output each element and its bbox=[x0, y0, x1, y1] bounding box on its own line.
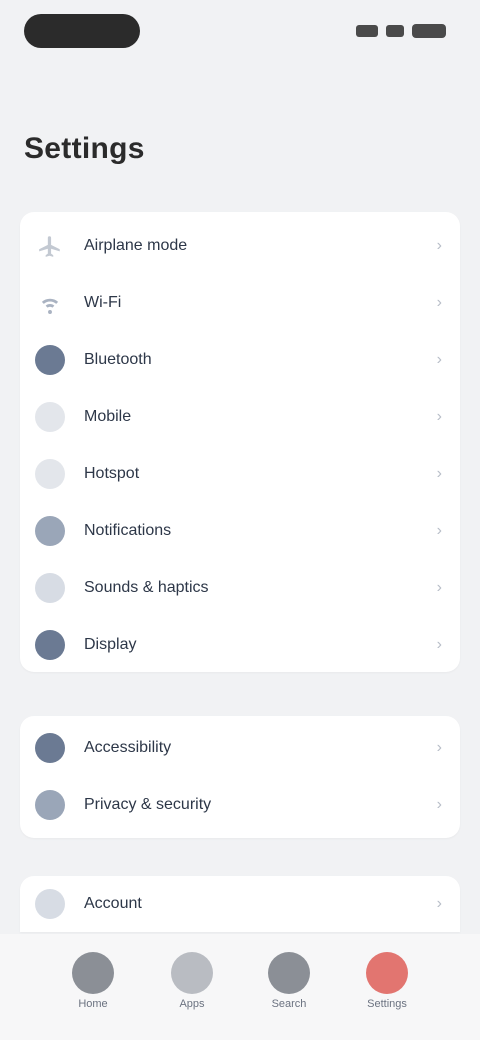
row-display[interactable]: Display › bbox=[20, 617, 460, 673]
tab-bar: Home Apps Search Settings bbox=[0, 934, 480, 1040]
tab-label: Search bbox=[271, 998, 307, 1010]
mobile-icon bbox=[34, 401, 66, 433]
row-label: Airplane mode bbox=[84, 237, 188, 254]
tab-label: Settings bbox=[367, 998, 407, 1010]
row-label: Wi-Fi bbox=[84, 294, 122, 311]
row-label: Accessibility bbox=[84, 739, 172, 756]
page-title: Settings bbox=[24, 132, 145, 165]
chevron-right-icon: › bbox=[436, 465, 442, 482]
chevron-right-icon: › bbox=[436, 739, 442, 756]
chevron-right-icon: › bbox=[436, 895, 442, 912]
chevron-right-icon: › bbox=[436, 636, 442, 653]
tab-label: Apps bbox=[179, 998, 205, 1010]
tab-settings[interactable]: Settings bbox=[357, 952, 417, 1022]
settings-screen: Settings Airplane mode › Wi-Fi › Bluetoo… bbox=[0, 0, 480, 1040]
status-icons bbox=[356, 22, 446, 40]
row-wifi[interactable]: Wi-Fi › bbox=[20, 275, 460, 331]
home-icon bbox=[72, 952, 114, 994]
row-mobile[interactable]: Mobile › bbox=[20, 389, 460, 445]
row-label: Notifications bbox=[84, 522, 172, 539]
settings-group-account: Account › bbox=[20, 876, 460, 932]
row-privacy[interactable]: Privacy & security › bbox=[20, 777, 460, 833]
chevron-right-icon: › bbox=[436, 796, 442, 813]
privacy-icon bbox=[34, 789, 66, 821]
row-notifications[interactable]: Notifications › bbox=[20, 503, 460, 559]
row-account[interactable]: Account › bbox=[20, 876, 460, 932]
row-sounds[interactable]: Sounds & haptics › bbox=[20, 560, 460, 616]
settings-icon bbox=[366, 952, 408, 994]
tab-home[interactable]: Home bbox=[63, 952, 123, 1022]
row-accessibility[interactable]: Accessibility › bbox=[20, 720, 460, 776]
apps-icon bbox=[171, 952, 213, 994]
accessibility-icon bbox=[34, 732, 66, 764]
row-label: Privacy & security bbox=[84, 796, 212, 813]
tab-apps[interactable]: Apps bbox=[162, 952, 222, 1022]
status-bar bbox=[0, 0, 480, 64]
row-airplane-mode[interactable]: Airplane mode › bbox=[20, 218, 460, 274]
notifications-icon bbox=[34, 515, 66, 547]
display-icon bbox=[34, 629, 66, 661]
wifi-icon bbox=[34, 287, 66, 319]
chevron-right-icon: › bbox=[436, 579, 442, 596]
account-icon bbox=[34, 888, 66, 920]
search-icon bbox=[268, 952, 310, 994]
sound-icon bbox=[34, 572, 66, 604]
chevron-right-icon: › bbox=[436, 237, 442, 254]
row-bluetooth[interactable]: Bluetooth › bbox=[20, 332, 460, 388]
dynamic-island bbox=[24, 14, 140, 48]
row-label: Account bbox=[84, 895, 142, 912]
battery-icon bbox=[412, 24, 446, 38]
settings-group-connectivity: Airplane mode › Wi-Fi › Bluetooth › Mobi… bbox=[20, 212, 460, 672]
chevron-right-icon: › bbox=[436, 351, 442, 368]
bluetooth-icon bbox=[34, 344, 66, 376]
tab-label: Home bbox=[78, 998, 108, 1010]
airplane-icon bbox=[34, 230, 66, 262]
settings-group-privacy: Accessibility › Privacy & security › bbox=[20, 716, 460, 838]
row-label: Sounds & haptics bbox=[84, 579, 209, 596]
chevron-right-icon: › bbox=[436, 408, 442, 425]
row-label: Hotspot bbox=[84, 465, 140, 482]
hotspot-icon bbox=[34, 458, 66, 490]
tab-search[interactable]: Search bbox=[259, 952, 319, 1022]
chevron-right-icon: › bbox=[436, 294, 442, 311]
row-label: Display bbox=[84, 636, 137, 653]
row-label: Mobile bbox=[84, 408, 132, 425]
row-label: Bluetooth bbox=[84, 351, 152, 368]
chevron-right-icon: › bbox=[436, 522, 442, 539]
signal-icon bbox=[356, 25, 378, 37]
wifi-icon bbox=[386, 25, 404, 37]
row-hotspot[interactable]: Hotspot › bbox=[20, 446, 460, 502]
